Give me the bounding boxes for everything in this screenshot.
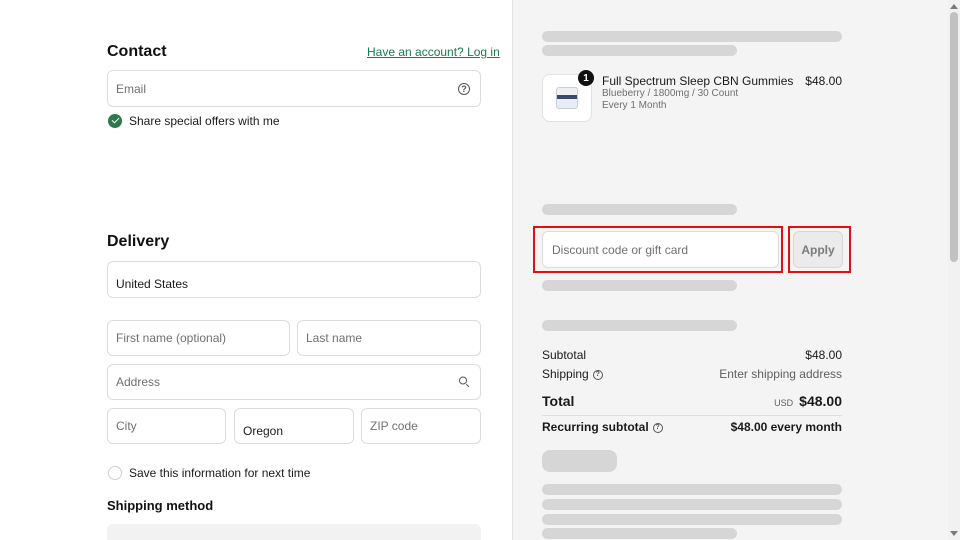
total-label: Total	[542, 393, 575, 409]
zip-code-placeholder: ZIP code	[370, 419, 418, 433]
product-frequency: Every 1 Month	[602, 100, 667, 111]
loading-skeleton	[542, 280, 737, 291]
state-value: Oregon	[243, 424, 284, 438]
country-value: United States	[116, 276, 189, 291]
shipping-method-heading: Shipping method	[107, 498, 214, 513]
subtotal-value: $48.00	[805, 348, 842, 362]
last-name-field[interactable]: Last name	[297, 320, 481, 356]
product-variant: Blueberry / 1800mg / 30 Count	[602, 88, 739, 99]
login-link[interactable]: Have an account? Log in	[367, 45, 500, 59]
discount-highlight-box	[533, 226, 783, 273]
shipping-label: Shipping	[542, 367, 589, 381]
city-placeholder: City	[116, 419, 137, 433]
search-icon	[459, 376, 470, 388]
first-name-field[interactable]: First name (optional)	[107, 320, 290, 356]
last-name-placeholder: Last name	[306, 331, 363, 345]
product-price: $48.00	[805, 74, 842, 88]
email-placeholder: Email	[116, 81, 147, 96]
loading-skeleton	[542, 204, 737, 215]
scroll-up-icon[interactable]	[950, 4, 958, 9]
unchecked-checkbox-icon[interactable]	[108, 466, 122, 480]
recurring-subtotal-row: Recurring subtotal? $48.00 every month	[542, 420, 842, 434]
state-select[interactable]: Oregon	[234, 408, 354, 444]
offers-label: Share special offers with me	[129, 114, 280, 128]
offers-checkbox-row[interactable]: Share special offers with me	[108, 114, 280, 128]
product-bottle-icon	[556, 87, 578, 109]
first-name-placeholder: First name (optional)	[116, 331, 227, 345]
address-placeholder: Address	[116, 375, 161, 389]
email-field[interactable]: Email ?	[107, 70, 481, 107]
recurring-value: $48.00 every month	[730, 420, 842, 434]
delivery-heading: Delivery	[107, 233, 170, 250]
shipping-value: Enter shipping address	[719, 367, 842, 381]
zip-code-field[interactable]: ZIP code	[361, 408, 481, 444]
total-row: Total USD $48.00	[542, 393, 842, 409]
address-field[interactable]: Address	[107, 364, 481, 400]
page-scrollbar[interactable]	[948, 0, 960, 540]
quantity-badge: 1	[578, 70, 594, 86]
apply-highlight-box	[788, 226, 851, 273]
product-name: Full Spectrum Sleep CBN Gummies	[602, 74, 794, 88]
subtotal-row: Subtotal $48.00	[542, 348, 842, 362]
scrollbar-thumb[interactable]	[950, 12, 958, 262]
loading-skeleton	[542, 484, 842, 495]
loading-skeleton	[542, 31, 842, 42]
loading-skeleton	[542, 320, 737, 331]
checkout-form-panel: Contact Have an account? Log in Email ? …	[0, 0, 512, 540]
loading-skeleton	[542, 45, 737, 56]
subtotal-label: Subtotal	[542, 348, 587, 362]
loading-skeleton	[542, 499, 842, 510]
loading-skeleton	[542, 514, 842, 525]
scroll-down-icon[interactable]	[950, 531, 958, 536]
help-icon[interactable]: ?	[458, 82, 470, 95]
total-value: $48.00	[799, 393, 842, 409]
save-info-checkbox-row[interactable]: Save this information for next time	[108, 466, 310, 480]
shipping-method-notice	[107, 524, 481, 540]
save-info-label: Save this information for next time	[129, 466, 311, 480]
country-select[interactable]: United States	[107, 261, 481, 298]
help-icon[interactable]: ?	[592, 369, 603, 380]
recurring-label: Recurring subtotal	[542, 420, 649, 434]
loading-skeleton	[542, 528, 737, 539]
checked-checkbox-icon[interactable]	[108, 114, 122, 128]
total-currency: USD	[774, 398, 794, 408]
loading-skeleton	[542, 450, 617, 472]
help-icon[interactable]: ?	[652, 422, 663, 433]
summary-divider	[542, 415, 842, 416]
contact-heading: Contact	[107, 43, 167, 60]
city-field[interactable]: City	[107, 408, 226, 444]
shipping-row: Shipping? Enter shipping address	[542, 367, 842, 381]
